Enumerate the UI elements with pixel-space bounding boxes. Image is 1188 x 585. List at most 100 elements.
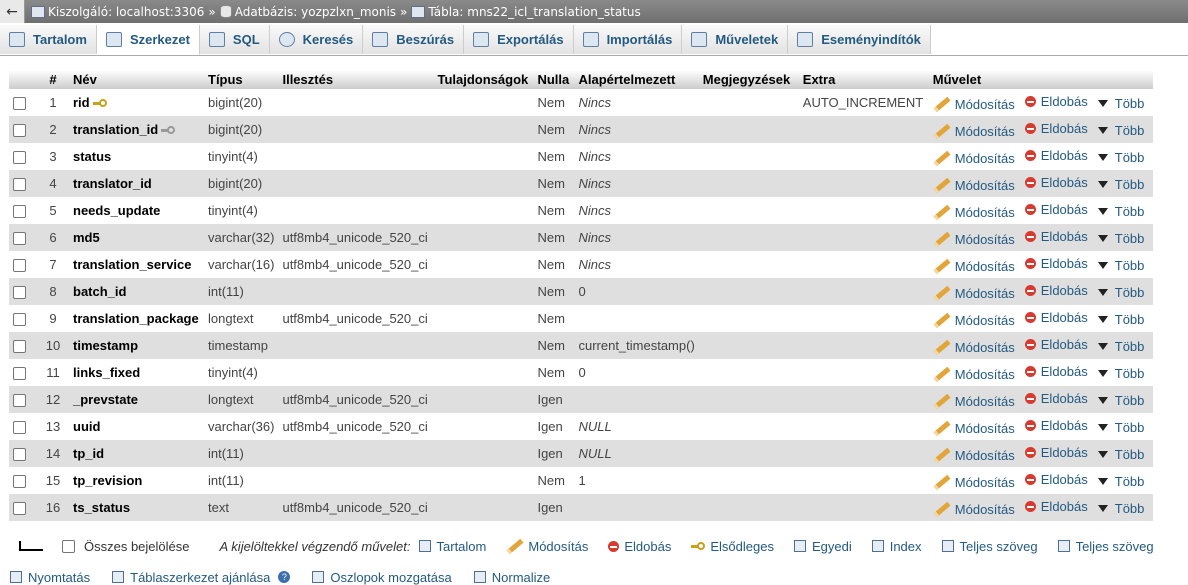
row-checkbox[interactable] (13, 97, 26, 111)
drop-button[interactable]: Eldobás (1024, 499, 1088, 514)
drop-button[interactable]: Eldobás (1024, 445, 1088, 460)
bulk-change-button[interactable]: Módosítás (506, 538, 588, 554)
tab-browse[interactable]: Tartalom (0, 25, 97, 54)
drop-button[interactable]: Eldobás (1024, 310, 1088, 325)
change-button[interactable]: Módosítás (933, 366, 1015, 382)
change-button[interactable]: Módosítás (933, 285, 1015, 301)
bulk-fulltext-button-2[interactable]: Teljes szöveg (1057, 539, 1154, 554)
row-checkbox[interactable] (13, 232, 26, 246)
drop-button[interactable]: Eldobás (1024, 94, 1088, 109)
drop-button[interactable]: Eldobás (1024, 121, 1088, 136)
more-dropdown[interactable]: Több (1097, 312, 1144, 327)
breadcrumb-database[interactable]: Adatbázis: yozpzlxn_monis (235, 5, 396, 19)
back-arrow-icon[interactable]: ← (0, 0, 25, 23)
row-checkbox[interactable] (13, 394, 26, 408)
header-comments[interactable]: Megjegyzések (698, 70, 799, 89)
bulk-browse-button[interactable]: Tartalom (418, 539, 486, 554)
row-checkbox[interactable] (13, 124, 26, 138)
change-button[interactable]: Módosítás (933, 312, 1015, 328)
more-dropdown[interactable]: Több (1097, 393, 1144, 408)
row-checkbox[interactable] (13, 367, 26, 381)
move-columns-link[interactable]: Oszlopok mozgatása (312, 570, 452, 585)
propose-structure-link[interactable]: Táblaszerkezet ajánlása? (112, 570, 291, 585)
drop-button[interactable]: Eldobás (1024, 283, 1088, 298)
row-checkbox[interactable] (13, 151, 26, 165)
tab-triggers[interactable]: Eseményindítók (788, 25, 931, 54)
normalize-link[interactable]: Normalize (473, 570, 550, 585)
drop-button[interactable]: Eldobás (1024, 256, 1088, 271)
header-attributes[interactable]: Tulajdonságok (433, 70, 534, 89)
change-button[interactable]: Módosítás (933, 393, 1015, 409)
change-button[interactable]: Módosítás (933, 123, 1015, 139)
more-dropdown[interactable]: Több (1097, 447, 1144, 462)
drop-button[interactable]: Eldobás (1024, 364, 1088, 379)
change-button[interactable]: Módosítás (933, 447, 1015, 463)
bulk-primary-button[interactable]: Elsődleges (691, 539, 774, 554)
more-dropdown[interactable]: Több (1097, 501, 1144, 516)
row-checkbox[interactable] (13, 259, 26, 273)
drop-button[interactable]: Eldobás (1024, 337, 1088, 352)
row-checkbox[interactable] (13, 178, 26, 192)
change-button[interactable]: Módosítás (933, 204, 1015, 220)
drop-button[interactable]: Eldobás (1024, 202, 1088, 217)
tab-structure[interactable]: Szerkezet (96, 25, 200, 55)
row-checkbox[interactable] (13, 448, 26, 462)
change-button[interactable]: Módosítás (933, 420, 1015, 436)
more-dropdown[interactable]: Több (1097, 420, 1144, 435)
tab-insert[interactable]: Beszúrás (363, 25, 465, 54)
drop-button[interactable]: Eldobás (1024, 148, 1088, 163)
change-button[interactable]: Módosítás (933, 177, 1015, 193)
row-checkbox[interactable] (13, 421, 26, 435)
change-button[interactable]: Módosítás (933, 96, 1015, 112)
breadcrumb-server[interactable]: Kiszolgáló: localhost:3306 (48, 5, 204, 19)
change-button[interactable]: Módosítás (933, 150, 1015, 166)
more-dropdown[interactable]: Több (1097, 150, 1144, 165)
tab-export[interactable]: Exportálás (464, 25, 574, 54)
more-dropdown[interactable]: Több (1097, 285, 1144, 300)
tab-search[interactable]: Keresés (269, 25, 364, 54)
header-default[interactable]: Alapértelmezett (574, 70, 699, 89)
more-dropdown[interactable]: Több (1097, 177, 1144, 192)
bulk-fulltext-button[interactable]: Teljes szöveg (941, 539, 1038, 554)
row-checkbox[interactable] (13, 475, 26, 489)
header-type[interactable]: Típus (204, 70, 279, 89)
change-button[interactable]: Módosítás (933, 339, 1015, 355)
header-extra[interactable]: Extra (798, 70, 929, 89)
row-checkbox[interactable] (13, 340, 26, 354)
header-null[interactable]: Nulla (533, 70, 575, 89)
bulk-index-button[interactable]: Index (871, 539, 922, 554)
bulk-unique-button[interactable]: Egyedi (793, 539, 852, 554)
more-dropdown[interactable]: Több (1097, 474, 1144, 489)
row-checkbox[interactable] (13, 205, 26, 219)
more-dropdown[interactable]: Több (1097, 231, 1144, 246)
check-all-label[interactable]: Összes bejelölése (84, 539, 190, 554)
change-button[interactable]: Módosítás (933, 501, 1015, 517)
help-icon[interactable]: ? (278, 571, 291, 583)
breadcrumb-table[interactable]: Tábla: mns22_icl_translation_status (428, 5, 640, 19)
drop-button[interactable]: Eldobás (1024, 472, 1088, 487)
change-button[interactable]: Módosítás (933, 474, 1015, 490)
more-dropdown[interactable]: Több (1097, 366, 1144, 381)
tab-sql[interactable]: SQL (199, 25, 270, 54)
more-dropdown[interactable]: Több (1097, 123, 1144, 138)
header-name[interactable]: Név (69, 70, 204, 89)
bulk-drop-button[interactable]: Eldobás (608, 539, 671, 554)
change-button[interactable]: Módosítás (933, 231, 1015, 247)
row-checkbox[interactable] (13, 286, 26, 300)
check-all-checkbox[interactable] (62, 539, 75, 553)
drop-button[interactable]: Eldobás (1024, 391, 1088, 406)
drop-button[interactable]: Eldobás (1024, 175, 1088, 190)
tab-operations[interactable]: Műveletek (682, 25, 789, 54)
more-dropdown[interactable]: Több (1097, 339, 1144, 354)
tab-import[interactable]: Importálás (573, 25, 683, 54)
more-dropdown[interactable]: Több (1097, 204, 1144, 219)
row-checkbox[interactable] (13, 502, 26, 516)
header-collation[interactable]: Illesztés (278, 70, 434, 89)
more-dropdown[interactable]: Több (1097, 96, 1144, 111)
drop-button[interactable]: Eldobás (1024, 418, 1088, 433)
print-link[interactable]: Nyomtatás (10, 570, 90, 585)
drop-button[interactable]: Eldobás (1024, 229, 1088, 244)
change-button[interactable]: Módosítás (933, 258, 1015, 274)
row-checkbox[interactable] (13, 313, 26, 327)
more-dropdown[interactable]: Több (1097, 258, 1144, 273)
